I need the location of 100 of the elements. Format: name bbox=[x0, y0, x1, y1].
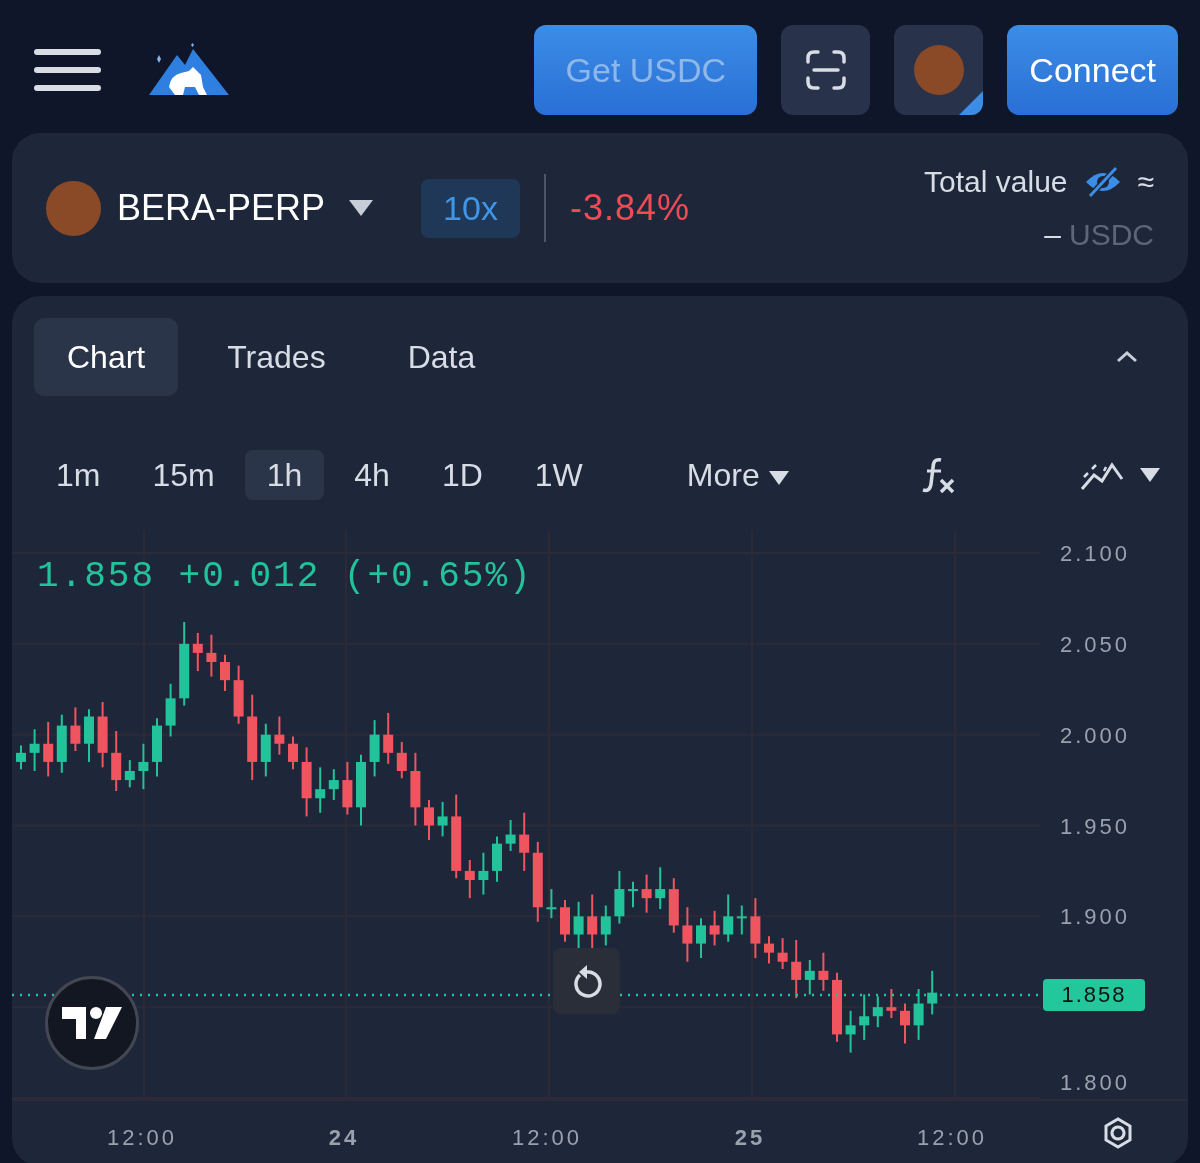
candle bbox=[859, 993, 870, 1041]
candle bbox=[342, 760, 353, 816]
candle bbox=[913, 988, 924, 1041]
candle bbox=[818, 951, 829, 992]
scan-button[interactable] bbox=[781, 25, 871, 115]
candle bbox=[900, 1002, 910, 1045]
coin-icon bbox=[46, 180, 101, 236]
candle bbox=[301, 746, 312, 818]
candle bbox=[736, 904, 747, 936]
candle bbox=[288, 735, 298, 771]
approx-sign: ≈ bbox=[1137, 164, 1154, 200]
candle bbox=[832, 971, 842, 1043]
panel-tab[interactable]: Data bbox=[374, 318, 509, 396]
candle bbox=[369, 719, 380, 778]
candle bbox=[464, 859, 475, 900]
interval-tab[interactable]: 4h bbox=[332, 450, 412, 500]
candle bbox=[560, 899, 570, 943]
candle bbox=[165, 682, 176, 738]
candle bbox=[600, 904, 611, 947]
scan-icon bbox=[805, 50, 846, 90]
settings-icon[interactable] bbox=[1104, 1117, 1132, 1149]
candle bbox=[927, 969, 938, 1016]
interval-tab[interactable]: 1h bbox=[244, 450, 325, 500]
menu-icon[interactable] bbox=[34, 49, 101, 91]
candle bbox=[845, 1009, 856, 1054]
indicators-icon[interactable] bbox=[920, 456, 955, 494]
candle bbox=[233, 664, 244, 725]
candle bbox=[505, 819, 516, 852]
candle bbox=[124, 759, 135, 789]
price-axis-label: 2.050 bbox=[1059, 631, 1130, 657]
connect-button[interactable]: Connect bbox=[1007, 25, 1178, 115]
currency-label: USDC bbox=[1069, 217, 1154, 253]
candle bbox=[764, 935, 774, 965]
candle bbox=[16, 744, 26, 771]
candle bbox=[614, 869, 625, 925]
candle bbox=[29, 728, 40, 772]
candle bbox=[478, 851, 489, 896]
caret-icon[interactable] bbox=[1140, 468, 1160, 482]
candle bbox=[424, 799, 434, 842]
price-legend: 1.858 +0.012 (+0.65%) bbox=[37, 550, 533, 604]
candle bbox=[84, 708, 94, 763]
time-axis-label: 12:00 bbox=[916, 1125, 988, 1150]
candle bbox=[328, 768, 339, 802]
leverage-badge[interactable]: 10x bbox=[421, 178, 520, 238]
market-symbol[interactable]: BERA-PERP bbox=[117, 181, 326, 235]
candle bbox=[70, 706, 81, 752]
price-axis-label: 2.100 bbox=[1059, 541, 1130, 566]
interval-tab[interactable]: 15m bbox=[130, 450, 237, 500]
candle bbox=[872, 995, 883, 1029]
candle bbox=[43, 720, 54, 778]
interval-tab[interactable]: 1D bbox=[419, 450, 505, 500]
price-axis-label: 1.800 bbox=[1059, 1070, 1130, 1095]
interval-tab[interactable]: 1m bbox=[34, 450, 123, 500]
candle bbox=[383, 711, 394, 765]
time-axis-label: 12:00 bbox=[106, 1125, 178, 1150]
candle bbox=[315, 766, 326, 814]
caret-icon[interactable] bbox=[349, 200, 374, 216]
candle bbox=[138, 742, 149, 791]
candle bbox=[668, 877, 679, 934]
candle bbox=[655, 866, 666, 911]
candle bbox=[97, 700, 108, 769]
candle bbox=[587, 893, 598, 951]
wallet-avatar-button[interactable] bbox=[894, 25, 984, 115]
candle bbox=[192, 631, 203, 673]
last-price-tag: 1.858 bbox=[1043, 979, 1145, 1011]
candle bbox=[682, 906, 693, 963]
time-axis-label: 24 bbox=[328, 1125, 360, 1150]
time-axis-label: 12:00 bbox=[511, 1125, 583, 1150]
interval-tab[interactable]: 1W bbox=[512, 450, 605, 500]
candle bbox=[723, 893, 734, 943]
candle bbox=[111, 730, 122, 792]
candle bbox=[274, 715, 285, 756]
candle bbox=[437, 800, 448, 838]
candle bbox=[260, 722, 271, 778]
candle bbox=[886, 988, 897, 1020]
coin-icon bbox=[913, 45, 964, 95]
more-dropdown[interactable]: More bbox=[664, 450, 811, 500]
chevron-up-icon[interactable] bbox=[1116, 351, 1138, 363]
panel-tab[interactable]: Chart bbox=[34, 318, 179, 396]
candle bbox=[777, 937, 788, 970]
price-change: -3.84% bbox=[569, 186, 690, 230]
reset-zoom-button[interactable] bbox=[553, 948, 620, 1014]
time-axis-label: 25 bbox=[734, 1125, 766, 1150]
candle bbox=[396, 740, 407, 780]
candle bbox=[750, 897, 761, 960]
candle bbox=[696, 917, 706, 960]
candle bbox=[546, 888, 557, 920]
price-axis-label: 1.950 bbox=[1059, 813, 1130, 839]
candle bbox=[519, 811, 530, 872]
panel-tab[interactable]: Trades bbox=[194, 318, 359, 396]
candle bbox=[641, 873, 652, 914]
candle bbox=[220, 653, 230, 693]
total-value-label: Total value bbox=[924, 164, 1068, 200]
candle bbox=[56, 713, 67, 774]
candle bbox=[492, 835, 502, 883]
candle bbox=[709, 909, 720, 947]
mountain-bear-logo[interactable] bbox=[149, 43, 229, 97]
candle bbox=[152, 717, 162, 778]
candle bbox=[791, 938, 802, 1000]
price-axis-label: 1.900 bbox=[1059, 904, 1130, 930]
